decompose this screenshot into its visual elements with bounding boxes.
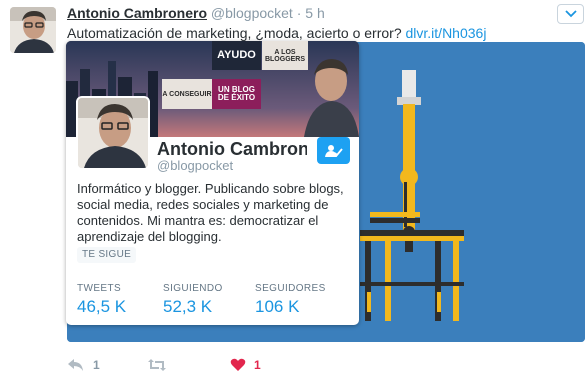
tweet-header: Antonio Cambronero @blogpocket · 5 h xyxy=(67,5,325,21)
banner-word-bloggers: A LOS BLOGGERS xyxy=(262,41,308,70)
tweet-actions: 1 1 xyxy=(67,355,487,375)
reply-count: 1 xyxy=(93,358,100,372)
follow-user-icon xyxy=(324,144,343,157)
card-name[interactable]: Antonio Cambronero xyxy=(157,139,307,160)
stat-tweets[interactable]: TWEETS 46,5 K xyxy=(77,283,126,317)
tweet-text-body: Automatización de marketing, ¿moda, acie… xyxy=(67,25,402,41)
banner-word-conseguir: A CONSEGUIR xyxy=(162,79,212,109)
stat-followers[interactable]: SEGUIDORES 106 K xyxy=(255,283,326,317)
separator: · xyxy=(296,5,302,21)
stat-following[interactable]: SIGUIENDO 52,3 K xyxy=(163,283,223,317)
follow-button[interactable] xyxy=(317,137,350,164)
retweet-icon xyxy=(148,359,166,371)
profile-hover-card[interactable]: AYUDO A LOS BLOGGERS A CONSEGUIR UN BLOG… xyxy=(66,41,359,325)
tweet-link[interactable]: dlvr.it/Nh036j xyxy=(406,25,487,41)
tweet-text: Automatización de marketing, ¿moda, acie… xyxy=(67,25,486,41)
card-avatar[interactable] xyxy=(76,96,150,170)
card-handle[interactable]: @blogpocket xyxy=(157,158,233,173)
author-name[interactable]: Antonio Cambronero xyxy=(67,5,207,21)
banner-word-ayudo: AYUDO xyxy=(212,41,261,70)
stat-label: SEGUIDORES xyxy=(255,283,326,294)
reply-icon xyxy=(68,359,83,371)
heart-icon xyxy=(230,358,246,371)
like-button[interactable]: 1 xyxy=(230,355,261,375)
author-handle[interactable]: @blogpocket xyxy=(211,5,293,21)
stat-value: 52,3 K xyxy=(163,297,213,316)
tweet-menu-button[interactable] xyxy=(557,4,584,24)
author-avatar[interactable] xyxy=(10,7,56,53)
retweet-button[interactable] xyxy=(147,355,175,375)
reply-button[interactable]: 1 xyxy=(67,355,100,375)
stat-label: SIGUIENDO xyxy=(163,283,223,294)
banner-word-blog: UN BLOG DE ÉXITO xyxy=(212,79,261,109)
card-bio: Informático y blogger. Publicando sobre … xyxy=(77,181,344,244)
caret-down-icon xyxy=(565,10,577,18)
stat-value: 46,5 K xyxy=(77,297,127,316)
stat-value: 106 K xyxy=(255,297,300,316)
follows-you-badge: TE SIGUE xyxy=(77,247,137,263)
tweet-time[interactable]: 5 h xyxy=(305,5,324,21)
stat-label: TWEETS xyxy=(77,283,122,294)
like-count: 1 xyxy=(254,358,261,372)
tweet[interactable]: Antonio Cambronero @blogpocket · 5 h Aut… xyxy=(0,0,587,380)
